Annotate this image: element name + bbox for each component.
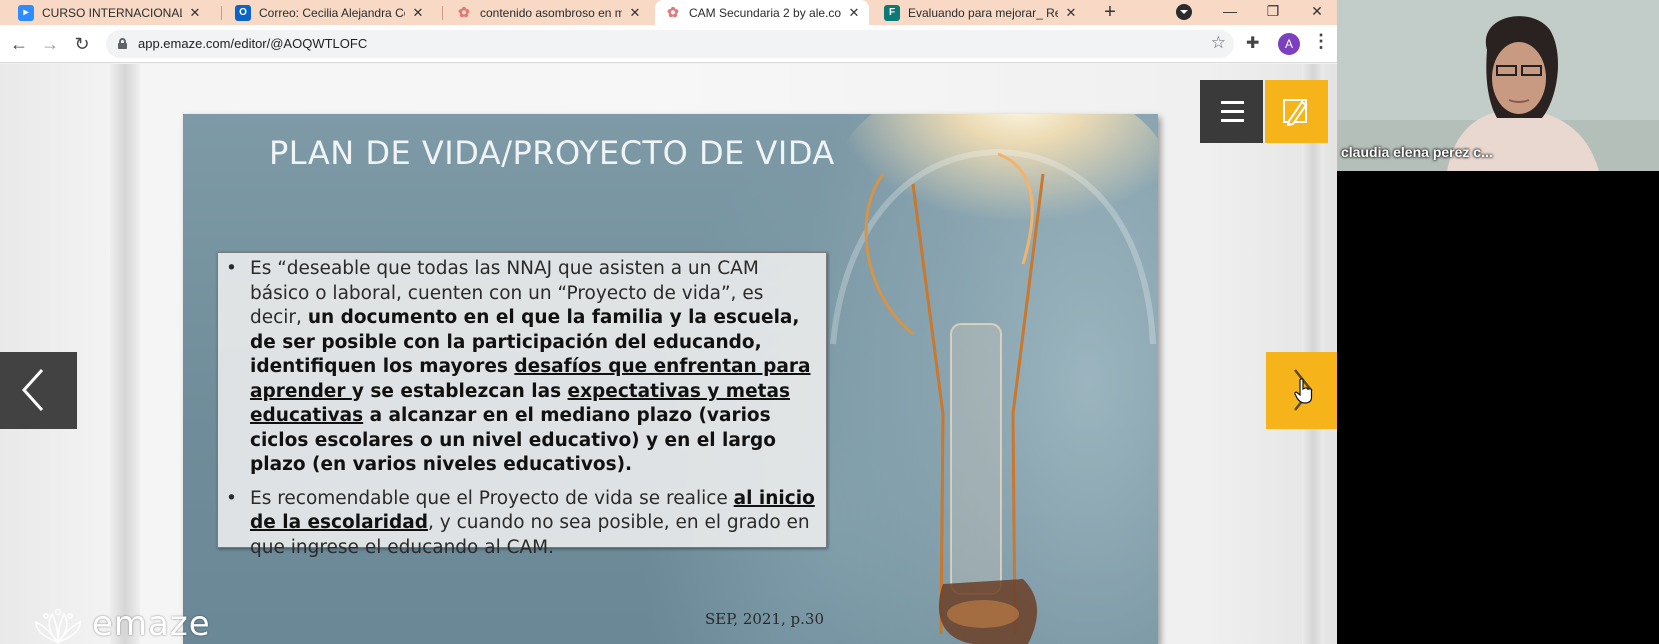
tab-title: Evaluando para mejorar_ Reg	[908, 5, 1058, 20]
url-text[interactable]: app.emaze.com/editor/@AOQWTLOFC	[138, 36, 367, 51]
close-icon[interactable]: ✕	[1064, 5, 1078, 21]
slide-title[interactable]: PLAN DE VIDA/PROYECTO DE VIDA	[269, 134, 835, 172]
edit-button[interactable]	[1265, 80, 1328, 143]
background-pillar	[110, 64, 140, 644]
close-icon[interactable]: ✕	[628, 5, 642, 21]
tab-contenido-asombroso[interactable]: ✿ contenido asombroso en min ✕	[446, 0, 650, 25]
emaze-logo: emaze	[32, 604, 211, 644]
extensions-puzzle-icon[interactable]: ✚	[1246, 33, 1259, 53]
outlook-icon: O	[235, 4, 251, 21]
emaze-logo-text: emaze	[92, 604, 211, 644]
browser-toolbar: ← → ↻ app.emaze.com/editor/@AOQWTLOFC ☆ …	[0, 25, 1337, 63]
hamburger-icon	[1221, 101, 1244, 104]
browser-window: ▸ CURSO INTERNACIONAL: "FO ✕ O Correo: C…	[0, 0, 1337, 644]
menu-button[interactable]	[1200, 80, 1263, 143]
address-bar[interactable]: app.emaze.com/editor/@AOQWTLOFC ☆	[106, 30, 1234, 58]
emaze-editor-viewport: PLAN DE VIDA/PROYECTO DE VIDA Es “deseab…	[0, 64, 1337, 644]
emaze-icon: ✿	[667, 4, 679, 20]
bullet-point: Es recomendable que el Proyecto de vida …	[226, 487, 818, 561]
tab-title: Correo: Cecilia Alejandra Cort	[259, 5, 405, 20]
back-button[interactable]: ←	[7, 32, 31, 56]
forward-button[interactable]: →	[38, 32, 62, 56]
bookmark-star-icon[interactable]: ☆	[1211, 33, 1226, 53]
forms-icon: F	[884, 4, 900, 21]
pencil-icon	[1283, 99, 1308, 127]
minimize-button[interactable]: —	[1210, 0, 1250, 25]
tab-correo[interactable]: O Correo: Cecilia Alejandra Cort ✕	[225, 0, 433, 25]
bullet-point: Es “deseable que todas las NNAJ que asis…	[226, 257, 818, 478]
close-window-button[interactable]: ✕	[1297, 0, 1337, 25]
presentation-slide[interactable]: PLAN DE VIDA/PROYECTO DE VIDA Es “deseab…	[183, 114, 1158, 644]
tab-title: CAM Secundaria 2 by ale.cor	[689, 5, 841, 20]
hand-cursor-icon	[1294, 378, 1313, 404]
previous-slide-button[interactable]	[0, 352, 77, 429]
close-icon[interactable]: ✕	[847, 5, 861, 21]
tab-cam-secundaria[interactable]: ✿ CAM Secundaria 2 by ale.cor ✕	[655, 0, 869, 25]
reload-button[interactable]: ↻	[70, 32, 94, 56]
slide-text-box[interactable]: Es “deseable que todas las NNAJ que asis…	[217, 252, 827, 558]
meeting-background	[1337, 171, 1659, 644]
close-icon[interactable]: ✕	[411, 5, 425, 21]
tab-strip: ▸ CURSO INTERNACIONAL: "FO ✕ O Correo: C…	[0, 0, 1337, 25]
light-bulb-image	[830, 114, 1158, 644]
participant-name: claudia elena perez c...	[1341, 144, 1493, 160]
tab-title: contenido asombroso en min	[480, 5, 622, 20]
emaze-icon: ✿	[458, 4, 470, 20]
new-tab-button[interactable]: +	[1098, 0, 1122, 25]
restore-button[interactable]: ❐	[1253, 0, 1293, 25]
lock-icon[interactable]	[118, 38, 127, 49]
tab-evaluando-para-mejorar[interactable]: F Evaluando para mejorar_ Reg ✕	[874, 0, 1086, 25]
slide-citation: SEP, 2021, p.30	[705, 610, 824, 628]
browser-menu-icon[interactable]: ⋮	[1312, 31, 1330, 52]
emaze-flower-icon	[35, 608, 81, 644]
tab-curso-internacional[interactable]: ▸ CURSO INTERNACIONAL: "FO ✕	[8, 0, 210, 25]
webcam-video-tile[interactable]: claudia elena perez c...	[1337, 0, 1659, 171]
profile-avatar[interactable]: A	[1278, 33, 1300, 55]
close-icon[interactable]: ✕	[188, 5, 202, 21]
zoom-icon: ▸	[18, 4, 34, 21]
tab-title: CURSO INTERNACIONAL: "FO	[42, 5, 182, 20]
chevron-left-icon	[21, 368, 44, 412]
tab-search-icon[interactable]	[1176, 4, 1192, 20]
